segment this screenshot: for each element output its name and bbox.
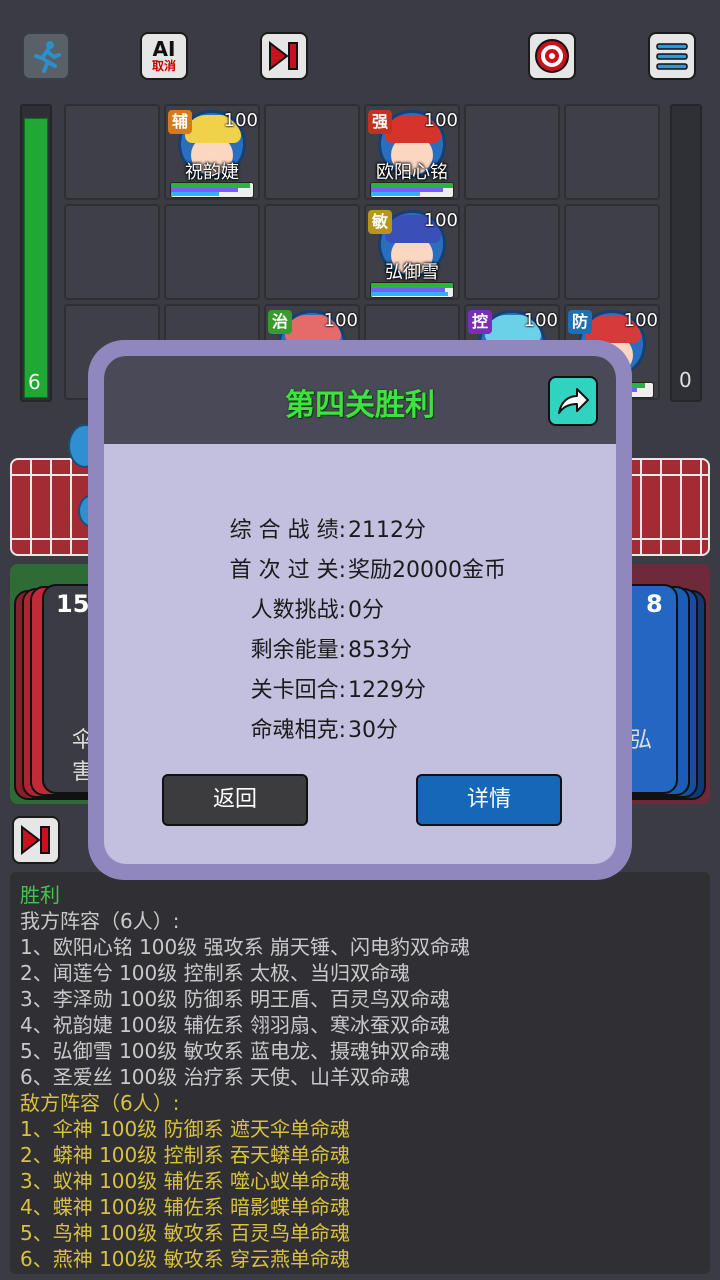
running-man-icon: [34, 41, 61, 73]
our-team-line: 5、弘御雪 100级 敏攻系 蓝电龙、摄魂钟双命魂: [20, 1039, 450, 1063]
stat-value: 853分: [348, 638, 412, 663]
dialog-header: 第四关胜利: [104, 356, 616, 444]
target-button[interactable]: [528, 32, 576, 80]
our-team-line: 1、欧阳心铭 100级 强攻系 崩天锤、闪电豹双命魂: [20, 935, 470, 959]
stat-value: 1229分: [348, 678, 426, 703]
class-tag: 强: [368, 110, 392, 134]
stat-row-first-clear: 首 次 过 关: 奖励20000金币: [104, 546, 616, 586]
dialog-title: 第四关胜利: [285, 388, 435, 423]
energy-fill: [24, 118, 48, 398]
enemy-energy-bar: 0: [670, 104, 702, 402]
share-arrow-icon: [558, 388, 589, 414]
target-icon: [535, 39, 569, 73]
victory-dialog: 第四关胜利 综 合 战 绩: 2112分 首 次 过 关: 奖励20000金币 …: [104, 356, 616, 864]
hero-unit[interactable]: 强 100 欧阳心铭: [364, 106, 460, 202]
our-team-line: 2、闻莲兮 100级 控制系 太极、当归双命魂: [20, 961, 410, 985]
enemy-team-line: 2、蟒神 100级 控制系 吞天蟒单命魂: [20, 1143, 350, 1167]
enemy-deck-count: 8: [646, 590, 663, 618]
skip-icon: [21, 825, 50, 855]
enemy-team-line: 5、鸟神 100级 敏攻系 百灵鸟单命魂: [20, 1221, 350, 1245]
stat-value: 2112分: [348, 518, 426, 543]
hero-name: 欧阳心铭: [376, 162, 448, 183]
hero-level: 100: [523, 310, 558, 331]
ai-cancel-button[interactable]: AI 取消: [140, 32, 188, 80]
grid-cell[interactable]: [64, 204, 160, 300]
class-tag: 防: [568, 310, 592, 334]
enemy-team-line: 6、燕神 100级 敏攻系 穿云燕单命魂: [20, 1247, 350, 1271]
class-tag: 控: [468, 310, 492, 334]
ai-label: AI: [152, 37, 176, 61]
class-tag: 治: [268, 310, 292, 334]
skip-turn-button[interactable]: [260, 32, 308, 80]
grid-cell[interactable]: [464, 204, 560, 300]
player-energy-value: 6: [28, 370, 41, 394]
share-button[interactable]: [548, 376, 598, 426]
class-tag: 敏: [368, 210, 392, 234]
menu-button[interactable]: [648, 32, 696, 80]
hero-level: 100: [423, 110, 458, 131]
stat-row-counter: 命魂相克: 30分: [104, 706, 616, 746]
hero-status-bars: [170, 182, 254, 198]
battle-result: 胜利: [20, 883, 60, 907]
enemy-energy-value: 0: [679, 368, 692, 392]
stat-label: 人数挑战:: [250, 598, 346, 623]
grid-cell[interactable]: [264, 204, 360, 300]
battle-log[interactable]: 胜利 我方阵容（6人）: 1、欧阳心铭 100级 强攻系 崩天锤、闪电豹双命魂 …: [10, 872, 710, 1274]
hamburger-icon: [656, 43, 688, 70]
back-button[interactable]: 返回: [162, 774, 308, 826]
flee-button[interactable]: [22, 32, 70, 80]
player-energy-bar: 6: [20, 104, 52, 402]
class-tag: 辅: [168, 110, 192, 134]
stat-row-headcount: 人数挑战: 0分: [104, 586, 616, 626]
stat-value: 30分: [348, 718, 398, 743]
enemy-team-line: 4、蝶神 100级 辅佐系 暗影蝶单命魂: [20, 1195, 350, 1219]
cancel-label: 取消: [151, 59, 176, 73]
grid-cell[interactable]: [164, 204, 260, 300]
grid-cell[interactable]: [464, 104, 560, 200]
stat-label: 综 合 战 绩:: [229, 518, 346, 543]
details-button[interactable]: 详情: [416, 774, 562, 826]
stat-row-energy: 剩余能量: 853分: [104, 626, 616, 666]
enemy-team-line: 1、伞神 100级 防御系 遮天伞单命魂: [20, 1117, 350, 1141]
stat-row-rounds: 关卡回合: 1229分: [104, 666, 616, 706]
stat-value: 0分: [348, 598, 384, 623]
stat-row-total: 综 合 战 绩: 2112分: [104, 506, 616, 546]
stat-label: 关卡回合:: [250, 678, 346, 703]
card-text: 弘: [630, 728, 653, 753]
our-team-line: 6、圣爱丝 100级 治疗系 天使、山羊双命魂: [20, 1065, 410, 1089]
enemy-team-line: 3、蚁神 100级 辅佐系 噬心蚁单命魂: [20, 1169, 350, 1193]
grid-cell[interactable]: [264, 104, 360, 200]
stat-label: 命魂相克:: [250, 718, 346, 743]
player-deck-count: 15: [56, 590, 90, 618]
skip-turn-button[interactable]: [12, 816, 60, 864]
hero-unit[interactable]: 辅 100 祝韵婕: [164, 106, 260, 202]
grid-cell[interactable]: [564, 204, 660, 300]
stat-label: 剩余能量:: [250, 638, 346, 663]
hero-status-bars: [370, 182, 454, 198]
grid-cell[interactable]: [64, 104, 160, 200]
grid-cell[interactable]: [564, 104, 660, 200]
enemy-team-header: 敌方阵容（6人）:: [20, 1091, 180, 1115]
hero-level: 100: [323, 310, 358, 331]
our-team-header: 我方阵容（6人）:: [20, 909, 180, 933]
skip-icon: [269, 41, 298, 71]
hero-name: 弘御雪: [385, 262, 439, 283]
hero-name: 祝韵婕: [185, 162, 239, 183]
stat-value: 奖励20000金币: [348, 558, 506, 583]
our-team-line: 4、祝韵婕 100级 辅佐系 翎羽扇、寒冰蚕双命魂: [20, 1013, 450, 1037]
hero-status-bars: [370, 282, 454, 298]
hero-unit[interactable]: 敏 100 弘御雪: [364, 206, 460, 302]
hero-level: 100: [223, 110, 258, 131]
our-team-line: 3、李泽勋 100级 防御系 明王盾、百灵鸟双命魂: [20, 987, 450, 1011]
hero-level: 100: [423, 210, 458, 231]
stat-label: 首 次 过 关:: [229, 558, 346, 583]
hero-level: 100: [623, 310, 658, 331]
